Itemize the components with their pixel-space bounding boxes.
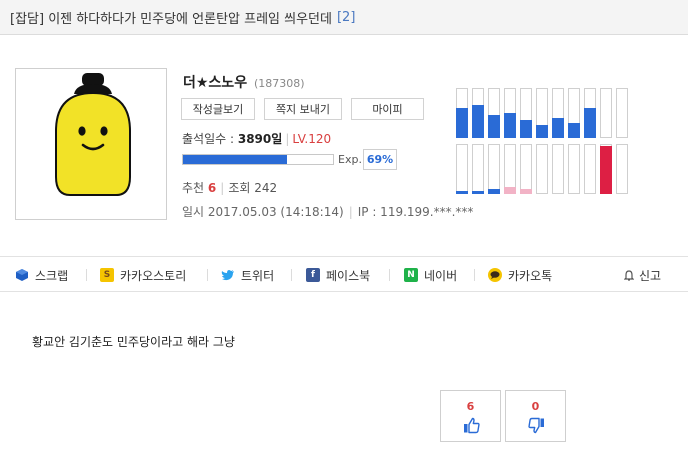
kakaostory-icon: S: [100, 268, 114, 282]
user-number: (187308): [253, 77, 305, 90]
report-button[interactable]: 신고: [623, 257, 661, 293]
naver-label: 네이버: [424, 268, 458, 283]
share-bar: 스크랩 S 카카오스토리 트위터 f 페이스북 N 네이버 카카오톡 신고: [0, 256, 688, 292]
report-label: 신고: [639, 268, 662, 283]
activity-bottom-bar-7: [568, 144, 580, 194]
downvote-count: 0: [531, 400, 540, 413]
activity-top-bar-fill-1: [472, 105, 484, 138]
thumbs-up-icon: [464, 417, 480, 434]
activity-top-bar-6: [552, 88, 564, 138]
naver-icon: N: [404, 268, 418, 282]
nickname-text: 더★스노우: [183, 75, 248, 91]
facebook-icon: f: [306, 268, 320, 282]
views-label: 조회: [228, 181, 251, 195]
activity-top-bar-fill-7: [568, 123, 580, 138]
activity-bottom-bar-9: [600, 144, 612, 194]
post-ip: IP : 119.199.***.***: [357, 205, 474, 219]
scrap-label: 스크랩: [35, 268, 69, 283]
activity-bottom-bar-3: [504, 144, 516, 194]
activity-top-bar-7: [568, 88, 580, 138]
avatar-character-icon: [55, 73, 131, 196]
naver-button[interactable]: N 네이버: [404, 257, 457, 293]
kakaotalk-button[interactable]: 카카오톡: [488, 257, 552, 293]
upvote-button[interactable]: 6: [440, 390, 501, 442]
activity-bottom-bar-0: [456, 144, 468, 194]
post-title: [잡담] 이젠 하다하다가 민주당에 언론탄압 프레임 씌우던데: [10, 11, 332, 27]
facebook-button[interactable]: f 페이스북: [306, 257, 370, 293]
post-body: 황교안 김기춘도 민주당이라고 해라 그냥: [32, 335, 235, 349]
post-stats: 추천 6 | 조회 242: [182, 181, 278, 195]
kakaostory-button[interactable]: S 카카오스토리: [100, 257, 186, 293]
activity-bottom-bar-fill-2: [488, 189, 500, 194]
activity-bottom-bar-5: [536, 144, 548, 194]
cube-icon: [15, 268, 29, 282]
activity-top-bar-fill-6: [552, 118, 564, 138]
activity-bottom-bar-1: [472, 144, 484, 194]
kakaostory-label: 카카오스토리: [120, 268, 187, 283]
post-date: 일시 2017.05.03 (14:18:14): [182, 205, 344, 219]
activity-bottom-bar-fill-3: [504, 187, 516, 194]
recommend-count: 6: [207, 181, 217, 195]
activity-top-bar-fill-8: [584, 108, 596, 138]
send-message-button[interactable]: 쪽지 보내기: [264, 98, 342, 120]
thumbs-down-icon: [528, 417, 544, 434]
mypi-button[interactable]: 마이피: [351, 98, 424, 120]
facebook-label: 페이스북: [326, 268, 371, 283]
views-count: 242: [254, 181, 278, 195]
activity-top-bar-10: [616, 88, 628, 138]
scrap-button[interactable]: 스크랩: [15, 257, 68, 293]
kakaotalk-icon: [488, 268, 502, 282]
activity-bottom-bar-6: [552, 144, 564, 194]
exp-progress-bar: [182, 154, 334, 165]
post-title-bar: [잡담] 이젠 하다하다가 민주당에 언론탄압 프레임 씌우던데 [2]: [0, 0, 688, 35]
exp-percent: 69%: [363, 149, 397, 170]
activity-top-bar-3: [504, 88, 516, 138]
recommend-label: 추천: [182, 181, 205, 195]
view-posts-button[interactable]: 작성글보기: [181, 98, 255, 120]
profile-buttons: 작성글보기 쪽지 보내기 마이피: [181, 98, 424, 120]
exp-progress-fill: [183, 155, 287, 164]
exp-label: Exp.: [338, 153, 362, 166]
level-badge: LV.120: [292, 132, 332, 146]
activity-top-bar-8: [584, 88, 596, 138]
activity-top-bar-fill-3: [504, 113, 516, 138]
attendance-label: 출석일수 :: [182, 132, 235, 146]
twitter-label: 트위터: [241, 268, 275, 283]
downvote-button[interactable]: 0: [505, 390, 566, 442]
activity-bottom-bar-fill-0: [456, 191, 468, 194]
activity-top-bar-1: [472, 88, 484, 138]
activity-top-bar-5: [536, 88, 548, 138]
bell-icon: [623, 268, 635, 282]
author-nickname[interactable]: 더★스노우 (187308): [183, 72, 305, 92]
attendance-value: 3890일: [237, 132, 283, 146]
activity-top-bar-fill-5: [536, 125, 548, 138]
twitter-icon: [221, 268, 235, 282]
activity-top-bar-fill-0: [456, 108, 468, 138]
twitter-button[interactable]: 트위터: [221, 257, 274, 293]
activity-top-bar-9: [600, 88, 612, 138]
upvote-count: 6: [466, 400, 475, 413]
activity-bottom-bar-fill-1: [472, 191, 484, 194]
comment-count[interactable]: [2]: [337, 10, 355, 25]
kakaotalk-label: 카카오톡: [508, 268, 553, 283]
post-meta: 일시 2017.05.03 (14:18:14) | IP : 119.199.**…: [182, 205, 474, 219]
activity-top-bar-fill-2: [488, 115, 500, 138]
activity-bottom-bar-fill-4: [520, 189, 532, 194]
activity-top-bar-2: [488, 88, 500, 138]
activity-top-bar-4: [520, 88, 532, 138]
activity-bottom-bar-2: [488, 144, 500, 194]
activity-bottom-bar-4: [520, 144, 532, 194]
attendance-line: 출석일수 : 3890일 | LV.120: [182, 132, 332, 146]
author-profile: 더★스노우 (187308) 작성글보기 쪽지 보내기 마이피 출석일수 : 3…: [0, 36, 688, 256]
activity-bottom-bar-8: [584, 144, 596, 194]
activity-bottom-bar-fill-9: [600, 146, 612, 194]
activity-top-bar-0: [456, 88, 468, 138]
activity-bottom-bar-10: [616, 144, 628, 194]
activity-top-bar-fill-4: [520, 120, 532, 138]
avatar[interactable]: [15, 68, 167, 220]
